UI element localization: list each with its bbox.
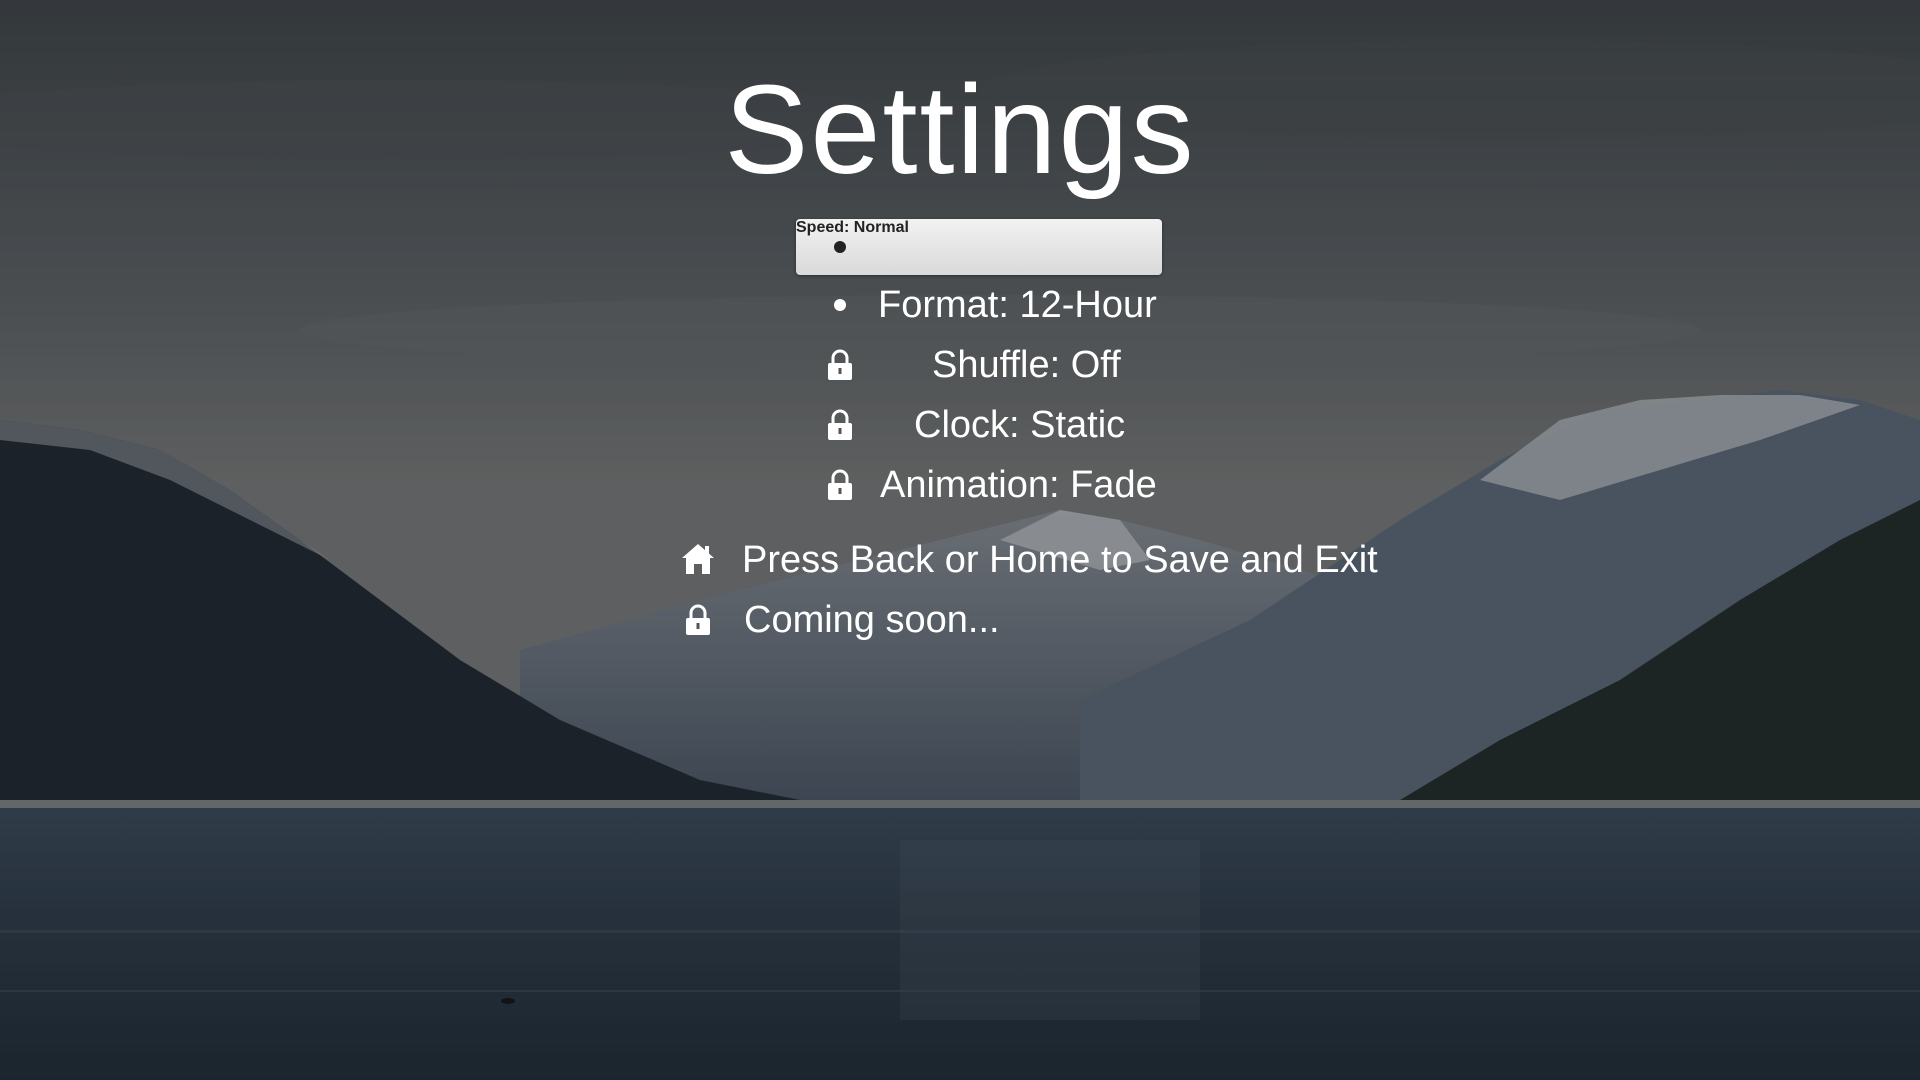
bullet-icon [834,241,846,253]
save-exit-hint: Press Back or Home to Save and Exit [680,532,1400,588]
menu-item-label: Animation: Fade [880,464,1157,506]
home-icon [682,544,714,574]
lock-icon [686,604,710,635]
menu-item-speed[interactable]: Speed: Normal [796,219,1162,275]
menu-item-clock[interactable]: Clock: Static [796,397,1176,453]
settings-screen: Settings Speed: Normal Format: 12-Hour S… [0,0,1920,1080]
menu-item-label: Speed: Normal [796,219,909,236]
lock-icon [828,469,852,500]
save-exit-hint-text: Press Back or Home to Save and Exit [742,539,1378,581]
lock-icon [828,349,852,380]
coming-soon-text: Coming soon... [744,599,1000,641]
page-title: Settings [724,59,1196,200]
menu-item-format[interactable]: Format: 12-Hour [796,277,1176,333]
menu-item-label: Clock: Static [914,404,1126,446]
menu-item-label: Format: 12-Hour [878,284,1157,326]
menu-item-label: Shuffle: Off [932,344,1121,386]
bullet-icon [834,299,846,311]
menu-item-animation[interactable]: Animation: Fade [796,457,1176,513]
menu-item-shuffle[interactable]: Shuffle: Off [796,337,1176,393]
coming-soon-item: Coming soon... [680,592,1080,648]
lock-icon [828,409,852,440]
